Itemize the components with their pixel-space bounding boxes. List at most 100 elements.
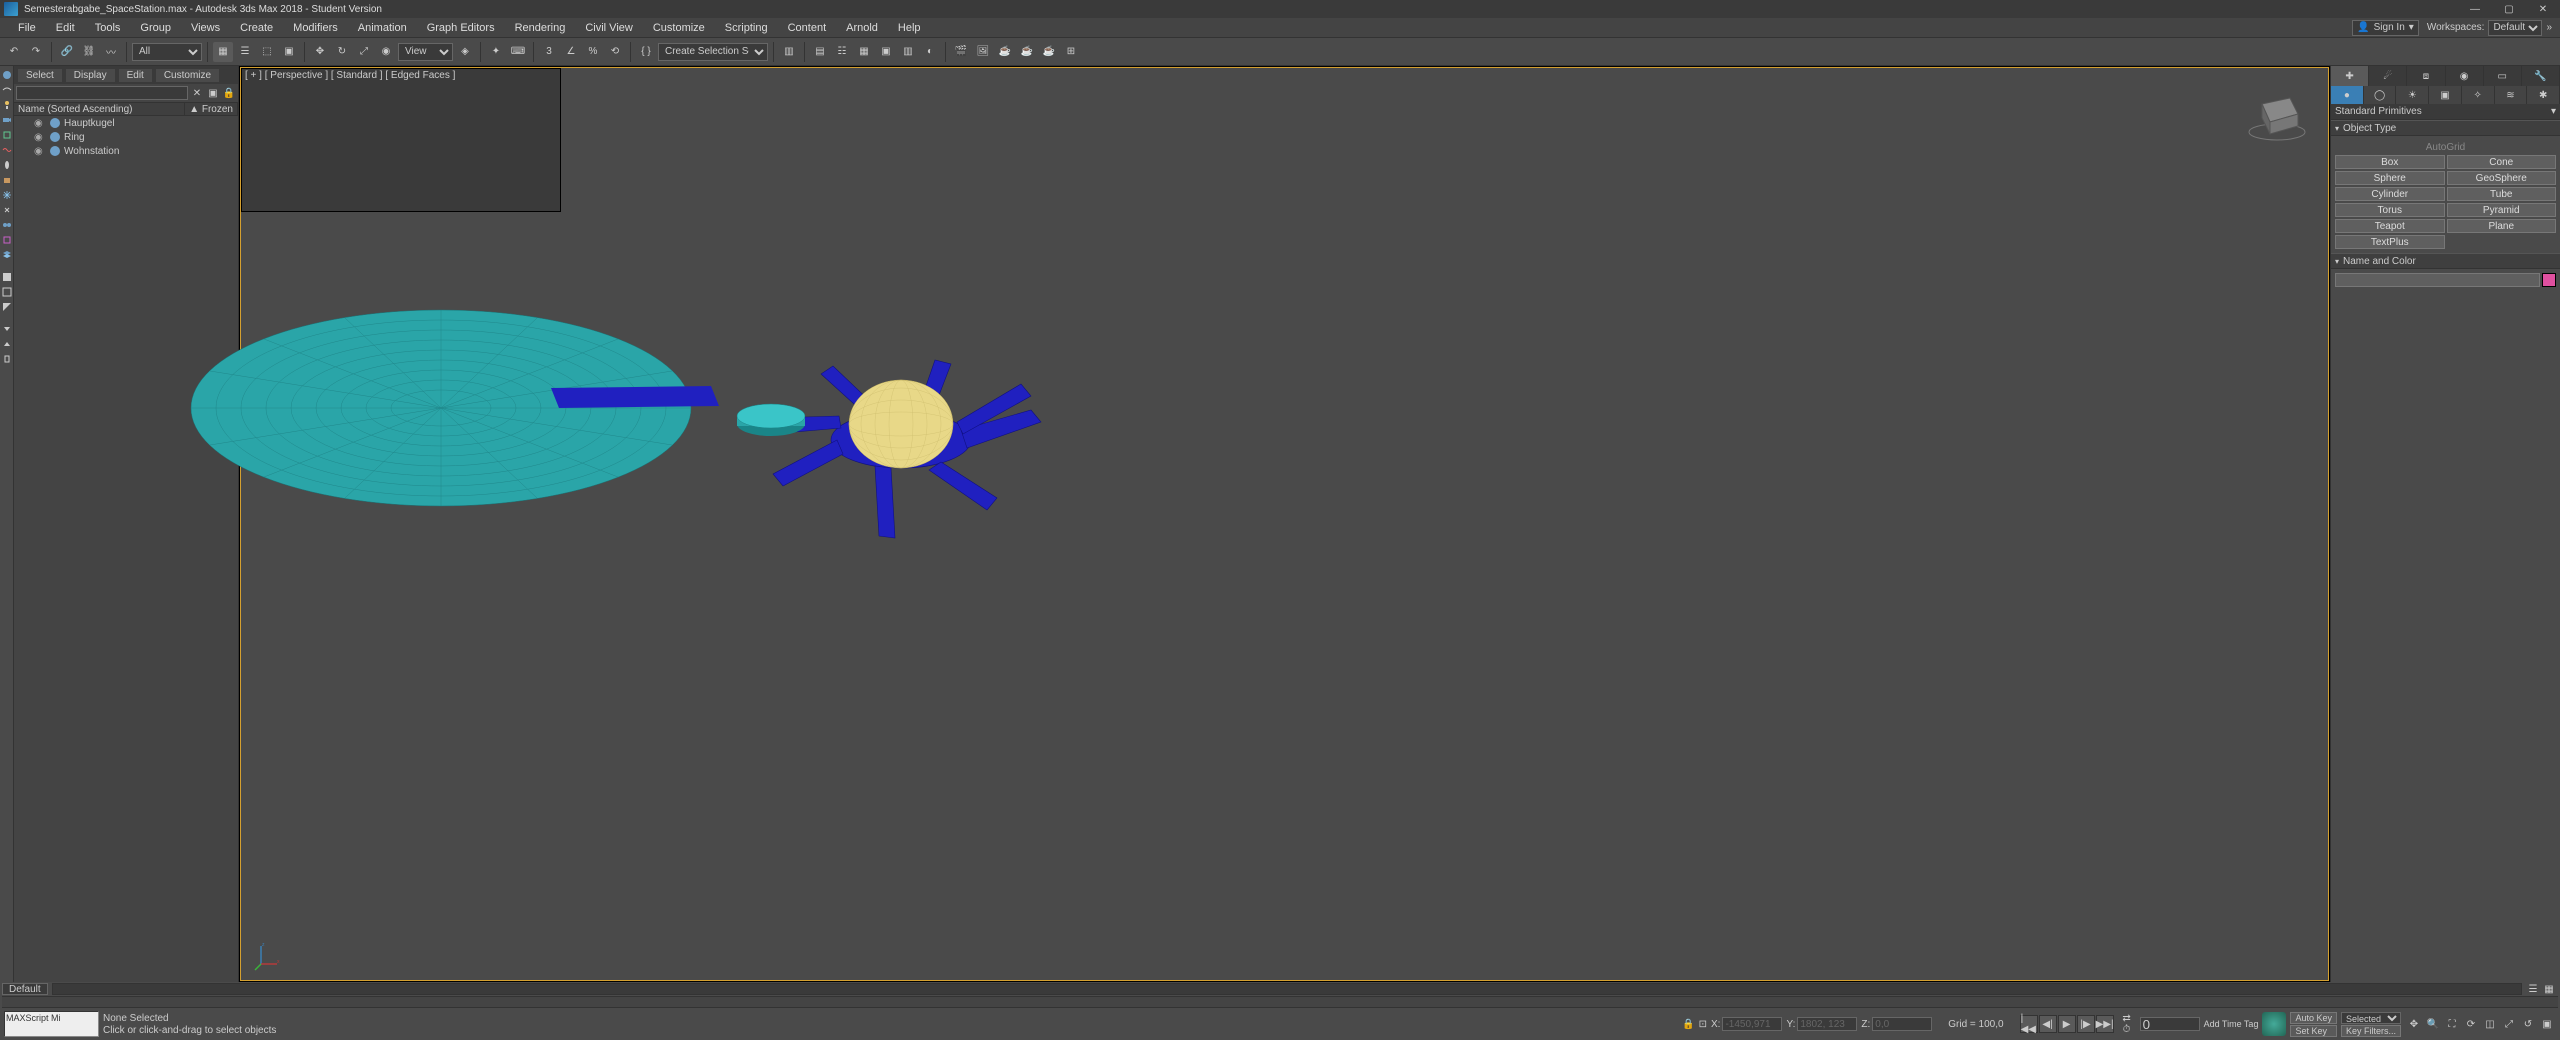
goto-end-button[interactable]: ▶▶| bbox=[2096, 1015, 2114, 1033]
container-filter-icon[interactable] bbox=[0, 173, 14, 187]
keyfilters-button[interactable]: Key Filters... bbox=[2341, 1025, 2401, 1037]
menu-help[interactable]: Help bbox=[888, 20, 931, 36]
helper-filter-icon[interactable] bbox=[0, 128, 14, 142]
cat-cameras[interactable]: ▣ bbox=[2429, 86, 2462, 104]
snap-toggle-button[interactable]: 3 bbox=[539, 42, 559, 62]
scene-item[interactable]: ◉ Ring bbox=[14, 130, 238, 144]
visibility-icon[interactable]: ◉ bbox=[34, 132, 46, 143]
column-name[interactable]: Name (Sorted Ascending) bbox=[14, 103, 185, 115]
bind-button[interactable]: 〰 bbox=[101, 42, 121, 62]
object-color-swatch[interactable] bbox=[2542, 273, 2556, 287]
align-button[interactable]: ▤ bbox=[810, 42, 830, 62]
maximize-button[interactable]: ▢ bbox=[2496, 4, 2522, 15]
layer-manager-icon[interactable]: ☰ bbox=[2526, 982, 2540, 996]
rotate-button[interactable]: ↻ bbox=[332, 42, 352, 62]
chevron-right-icon[interactable]: » bbox=[2546, 22, 2552, 33]
coord-z[interactable] bbox=[1872, 1017, 1932, 1031]
group-filter-icon[interactable] bbox=[0, 218, 14, 232]
visibility-icon[interactable]: ◉ bbox=[34, 118, 46, 129]
dolly-button[interactable]: ⤢ bbox=[2500, 1015, 2518, 1033]
zoom-button[interactable]: 🔍 bbox=[2424, 1015, 2442, 1033]
menu-file[interactable]: File bbox=[8, 20, 46, 36]
menu-customize[interactable]: Customize bbox=[643, 20, 715, 36]
cmd-tab-create[interactable]: ✚ bbox=[2331, 66, 2369, 86]
key-mode-toggle[interactable]: ⇄ bbox=[2118, 1014, 2136, 1024]
light-filter-icon[interactable] bbox=[0, 98, 14, 112]
roll-button[interactable]: ↺ bbox=[2519, 1015, 2537, 1033]
menu-group[interactable]: Group bbox=[130, 20, 181, 36]
visibility-icon[interactable]: ◉ bbox=[34, 146, 46, 157]
minimize-button[interactable]: — bbox=[2462, 4, 2488, 15]
xref-filter-icon[interactable] bbox=[0, 233, 14, 247]
viewcube[interactable] bbox=[2242, 84, 2312, 144]
cat-spacewarps[interactable]: ≋ bbox=[2495, 86, 2528, 104]
se-tab-customize[interactable]: Customize bbox=[156, 69, 219, 82]
rollup-object-type[interactable]: Object Type bbox=[2331, 120, 2560, 136]
prim-box[interactable]: Box bbox=[2335, 155, 2445, 169]
prim-geosphere[interactable]: GeoSphere bbox=[2447, 171, 2557, 185]
menu-create[interactable]: Create bbox=[230, 20, 283, 36]
named-selection-dropdown[interactable]: Create Selection Se bbox=[658, 43, 768, 61]
cmd-tab-utilities[interactable]: 🔧 bbox=[2522, 66, 2560, 86]
timeline-track[interactable] bbox=[52, 983, 2522, 995]
menu-views[interactable]: Views bbox=[181, 20, 230, 36]
maximize-viewport-button[interactable]: ▣ bbox=[2538, 1015, 2556, 1033]
viewport[interactable]: [ + ] [ Perspective ] [ Standard ] [ Edg… bbox=[239, 66, 2330, 982]
cat-helpers[interactable]: ✧ bbox=[2462, 86, 2495, 104]
autokey-button[interactable]: Auto Key bbox=[2290, 1012, 2337, 1024]
search-options-icon[interactable]: ▣ bbox=[206, 86, 220, 100]
keyboard-shortcut-button[interactable]: ⌨ bbox=[508, 42, 528, 62]
display-invert-icon[interactable] bbox=[0, 300, 14, 314]
key-filter-dropdown[interactable]: Selected bbox=[2341, 1012, 2401, 1024]
rendered-frame-button[interactable]: 🖼 bbox=[973, 42, 993, 62]
current-frame-input[interactable] bbox=[2140, 1017, 2200, 1031]
se-tab-display[interactable]: Display bbox=[66, 69, 115, 82]
time-config-button[interactable]: ⏱ bbox=[2118, 1025, 2136, 1035]
primitive-category-dropdown[interactable]: Standard Primitives ▾ bbox=[2331, 104, 2560, 120]
prim-torus[interactable]: Torus bbox=[2335, 203, 2445, 217]
prim-textplus[interactable]: TextPlus bbox=[2335, 235, 2445, 249]
menu-scripting[interactable]: Scripting bbox=[715, 20, 778, 36]
render-iterative-button[interactable]: ☕ bbox=[1017, 42, 1037, 62]
isolate-icon[interactable]: ⊡ bbox=[1699, 1019, 1707, 1030]
menu-edit[interactable]: Edit bbox=[46, 20, 85, 36]
lock-selection-icon[interactable]: 🔒 bbox=[1682, 1019, 1694, 1030]
mirror-button[interactable]: ▥ bbox=[779, 42, 799, 62]
viewport-label[interactable]: [ + ] [ Perspective ] [ Standard ] [ Edg… bbox=[245, 70, 455, 81]
workspace-dropdown[interactable]: Default bbox=[2488, 20, 2542, 36]
layer-filter-icon[interactable] bbox=[0, 248, 14, 262]
menu-tools[interactable]: Tools bbox=[85, 20, 131, 36]
scale-button[interactable]: ⤢ bbox=[354, 42, 374, 62]
layer-toggle-icon[interactable]: ▦ bbox=[2542, 982, 2556, 996]
manipulate-button[interactable]: ✦ bbox=[486, 42, 506, 62]
render-setup-button[interactable]: 🎬 bbox=[951, 42, 971, 62]
autogrid-checkbox[interactable]: AutoGrid bbox=[2335, 140, 2556, 155]
percent-snap-button[interactable]: % bbox=[583, 42, 603, 62]
expand-all-icon[interactable] bbox=[0, 337, 14, 351]
prim-sphere[interactable]: Sphere bbox=[2335, 171, 2445, 185]
collapse-all-icon[interactable] bbox=[0, 322, 14, 336]
cmd-tab-modify[interactable]: ☄ bbox=[2369, 66, 2407, 86]
se-tab-select[interactable]: Select bbox=[18, 69, 62, 82]
coord-x[interactable] bbox=[1722, 1017, 1782, 1031]
geometry-filter-icon[interactable] bbox=[0, 68, 14, 82]
signin-button[interactable]: 👤 Sign In ▾ bbox=[2352, 20, 2419, 36]
rollup-name-color[interactable]: Name and Color bbox=[2331, 253, 2560, 269]
selection-filter-dropdown[interactable]: All bbox=[132, 43, 202, 61]
cmd-tab-motion[interactable]: ◉ bbox=[2446, 66, 2484, 86]
prev-frame-button[interactable]: ◀| bbox=[2039, 1015, 2057, 1033]
cmd-tab-hierarchy[interactable]: ⧈ bbox=[2407, 66, 2445, 86]
camera-filter-icon[interactable] bbox=[0, 113, 14, 127]
material-editor-button[interactable]: ◐ bbox=[920, 42, 940, 62]
setkey-button[interactable]: Set Key bbox=[2290, 1025, 2337, 1037]
display-all-icon[interactable] bbox=[0, 270, 14, 284]
angle-snap-button[interactable]: ∠ bbox=[561, 42, 581, 62]
menu-rendering[interactable]: Rendering bbox=[505, 20, 576, 36]
redo-button[interactable]: ↷ bbox=[26, 42, 46, 62]
scene-explorer-search-input[interactable] bbox=[16, 86, 188, 100]
render-online-button[interactable]: ⊞ bbox=[1061, 42, 1081, 62]
scene-item[interactable]: ◉ Wohnstation bbox=[14, 144, 238, 158]
lock-icon[interactable]: 🔒 bbox=[222, 86, 236, 100]
cat-shapes[interactable]: ◯ bbox=[2364, 86, 2397, 104]
cat-systems[interactable]: ✱ bbox=[2527, 86, 2560, 104]
